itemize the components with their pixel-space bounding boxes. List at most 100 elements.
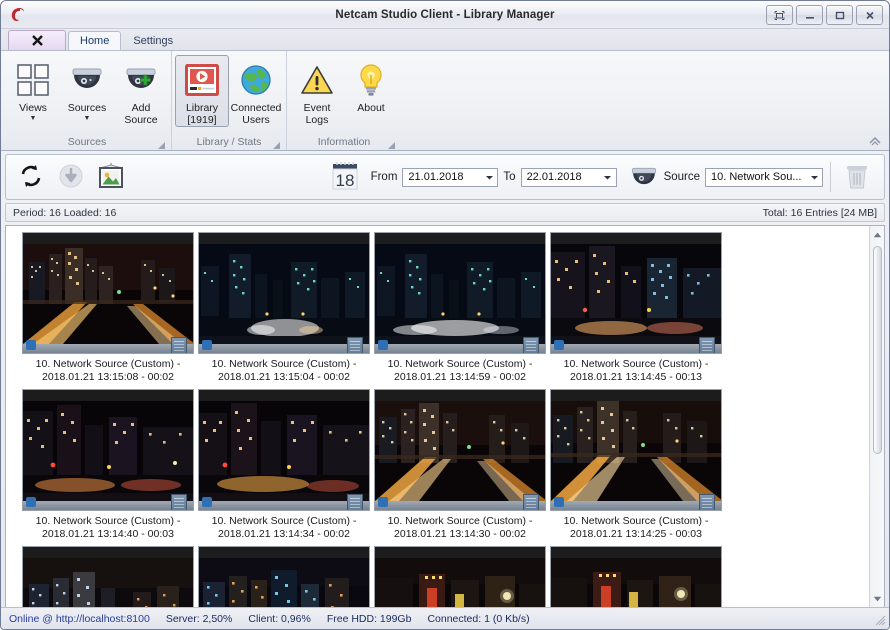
dialog-launcher-icon[interactable] [158,140,166,148]
scroll-down-arrow-icon[interactable] [870,592,884,606]
restore-down-button[interactable] [766,5,793,25]
ribbon-button-library-label: Library [1919] [186,103,218,126]
thumbnail-image[interactable] [22,232,194,354]
thumbnail-subtitle: 2018.01.21 13:14:34 - 00:02 [218,528,350,540]
thumbnail-title: 10. Network Source (Custom) - [564,358,709,370]
thumbnail-image[interactable] [550,232,722,354]
ribbon-button-add-source[interactable]: Add Source [114,55,168,127]
thumbnail-image[interactable] [374,389,546,511]
export-image-button[interactable] [92,158,130,196]
status-free-hdd: Free HDD: 199Gb [327,613,412,625]
thumbnail-image[interactable] [198,389,370,511]
thumbnail-item[interactable]: 10. Network Source (Custom) -2018.01.21 … [196,232,372,383]
vertical-scrollbar[interactable] [869,226,884,608]
from-date-input[interactable]: 21.01.2018 [402,168,498,187]
refresh-button[interactable] [12,158,50,196]
thumbnail-title: 10. Network Source (Custom) - [36,358,181,370]
status-bar: Online @ http://localhost:8100 Server: 2… [1,607,889,629]
ribbon-button-event-logs-label: Event Logs [304,103,331,126]
window-controls [766,5,883,25]
library-panel: 10. Network Source (Custom) -2018.01.21 … [5,225,885,609]
chevron-down-icon[interactable] [806,169,822,186]
thumbnail-item[interactable]: 10. Network Source (Custom) -2018.01.21 … [548,232,724,383]
thumbnail-item[interactable] [20,546,196,608]
resize-grip-icon[interactable] [874,614,886,626]
window-title: Netcam Studio Client - Library Manager [1,9,889,21]
thumbnail-image[interactable] [22,546,194,608]
close-button[interactable] [856,5,883,25]
thumbnail-grid: 10. Network Source (Custom) -2018.01.21 … [6,226,869,608]
thumbnail-item[interactable] [548,546,724,608]
ribbon-button-event-logs[interactable]: Event Logs [290,55,344,127]
thumbnail-caption: 10. Network Source (Custom) -2018.01.21 … [374,515,546,540]
scroll-up-arrow-icon[interactable] [870,228,884,242]
thumbnail-caption: 10. Network Source (Custom) -2018.01.21 … [550,515,722,540]
chevron-down-icon[interactable] [481,169,497,186]
ribbon-button-sources[interactable]: Sources ▼ [60,55,114,124]
thumbnail-document-overlay [699,337,715,354]
source-select[interactable]: 10. Network Sou... [705,168,823,187]
minimize-button[interactable] [796,5,823,25]
grid-views-icon [16,59,50,101]
dialog-launcher-icon[interactable] [388,140,396,148]
download-button[interactable] [52,158,90,196]
scrollbar-thumb[interactable] [873,246,882,454]
to-date-value: 22.01.2018 [527,171,582,183]
thumbnail-image[interactable] [22,389,194,511]
tab-settings[interactable]: Settings [121,31,185,50]
ribbon-group-information: Event Logs About [286,51,401,150]
calendar-button[interactable]: 18 [326,158,364,196]
thumbnail-image[interactable] [550,389,722,511]
thumbnail-image[interactable] [198,546,370,608]
collapse-ribbon-button[interactable] [868,134,882,148]
maximize-button[interactable] [826,5,853,25]
status-online[interactable]: Online @ http://localhost:8100 [9,613,150,625]
thumbnail-title: 10. Network Source (Custom) - [212,358,357,370]
ribbon-button-add-source-label: Add Source [124,103,157,126]
thumbnail-logo-overlay [378,497,388,507]
thumbnail-caption: 10. Network Source (Custom) -2018.01.21 … [198,515,370,540]
thumbnail-item[interactable]: 10. Network Source (Custom) -2018.01.21 … [20,389,196,540]
thumbnail-image[interactable] [198,232,370,354]
add-camera-icon [123,59,159,101]
thumbnail-logo-overlay [26,497,36,507]
thumbnail-subtitle: 2018.01.21 13:14:45 - 00:13 [570,371,702,383]
thumbnail-image[interactable] [374,232,546,354]
ribbon-button-views[interactable]: Views ▼ [6,55,60,124]
ribbon-button-connected-users-label: Connected Users [231,103,282,126]
thumbnail-taskbar-overlay [23,344,193,353]
thumbnail-image[interactable] [374,546,546,608]
thumbnail-item[interactable] [196,546,372,608]
library-info-strip: Period: 16 Loaded: 16 Total: 16 Entries … [5,203,885,222]
dialog-launcher-icon[interactable] [273,140,281,148]
netcam-logo-icon [7,4,29,26]
thumbnail-item[interactable]: 10. Network Source (Custom) -2018.01.21 … [20,232,196,383]
library-player-icon [185,59,219,101]
status-server-load: Server: 2,50% [166,613,233,625]
tab-home[interactable]: Home [68,31,121,50]
thumbnail-item[interactable]: 10. Network Source (Custom) -2018.01.21 … [372,232,548,383]
chevron-down-icon[interactable] [600,169,616,186]
application-menu-button[interactable] [8,30,66,50]
from-date-value: 21.01.2018 [408,171,463,183]
thumbnail-item[interactable]: 10. Network Source (Custom) -2018.01.21 … [372,389,548,540]
thumbnail-logo-overlay [202,497,212,507]
ribbon-button-about[interactable]: About [344,55,398,116]
ribbon-button-library[interactable]: Library [1919] [175,55,229,127]
thumbnail-subtitle: 2018.01.21 13:15:04 - 00:02 [218,371,350,383]
thumbnail-item[interactable] [372,546,548,608]
to-date-input[interactable]: 22.01.2018 [521,168,617,187]
ribbon-body: Views ▼ Sources [1,50,889,151]
thumbnail-taskbar-overlay [199,344,369,353]
thumbnail-image[interactable] [550,546,722,608]
thumbnail-item[interactable]: 10. Network Source (Custom) -2018.01.21 … [196,389,372,540]
total-entries-text: Total: 16 Entries [24 MB] [763,207,877,219]
thumbnail-item[interactable]: 10. Network Source (Custom) -2018.01.21 … [548,389,724,540]
thumbnail-logo-overlay [554,340,564,350]
ribbon-button-about-label: About [357,103,384,115]
ribbon-group-library-title: Library / Stats [175,135,283,150]
thumbnail-document-overlay [523,337,539,354]
status-client-load: Client: 0,96% [248,613,310,625]
ribbon-button-connected-users[interactable]: Connected Users [229,55,283,127]
delete-button[interactable] [838,158,876,196]
